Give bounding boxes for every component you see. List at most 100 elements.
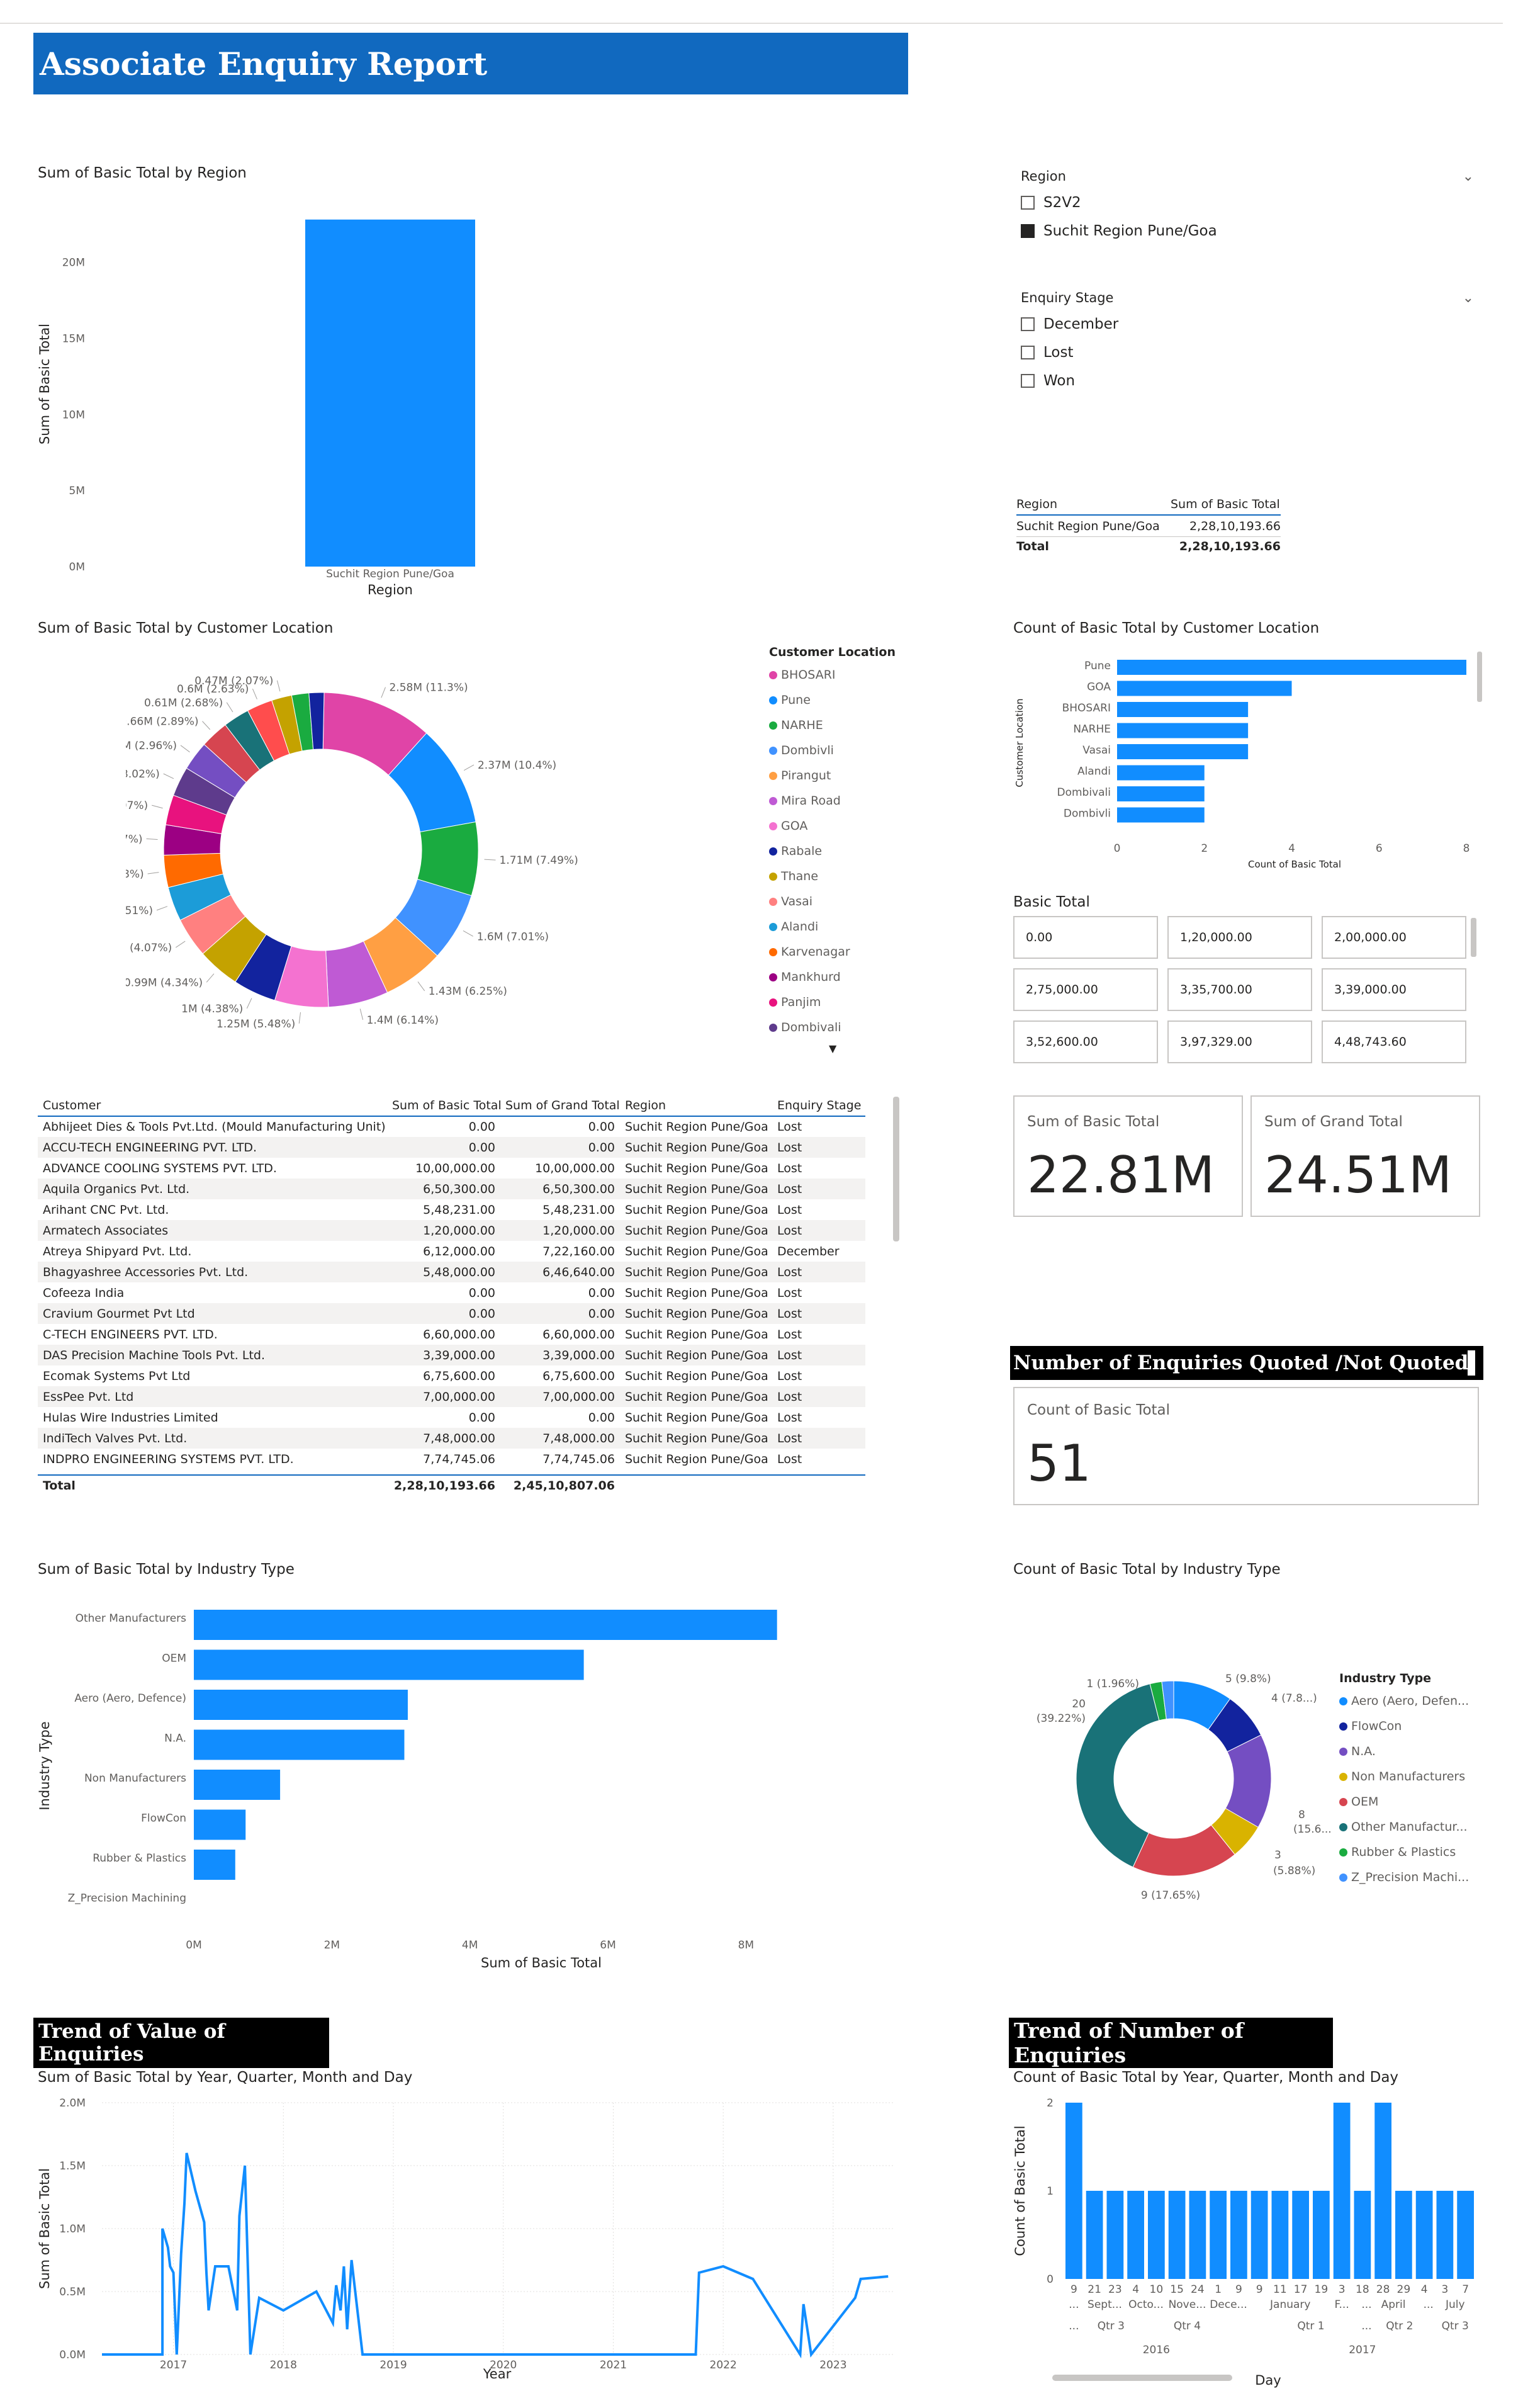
bar[interactable] (1271, 2191, 1289, 2279)
bar[interactable] (305, 219, 475, 567)
legend-item[interactable]: Rabale (769, 839, 914, 864)
bar[interactable] (194, 1649, 584, 1680)
legend-item[interactable]: Alandi (769, 914, 914, 939)
banner-scroll-icon[interactable] (1468, 1350, 1475, 1376)
trend-value-chart[interactable]: 0.0M0.5M1.0M1.5M2.0M2017 2018 2019 2020 2021… (31, 2090, 900, 2386)
bar[interactable] (1250, 2191, 1268, 2279)
stage-option-lost[interactable]: Lost (1021, 338, 1474, 366)
checkbox-icon[interactable] (1021, 317, 1035, 331)
table-row[interactable]: Bhagyashree Accessories Pvt. Ltd. 5,48,00… (38, 1262, 865, 1282)
bar[interactable] (194, 1850, 235, 1880)
legend-item[interactable]: OEM (1339, 1789, 1490, 1814)
legend-item[interactable]: Pune (769, 687, 914, 713)
table-row[interactable]: C-TECH ENGINEERS PVT. LTD. 6,60,000.00 6,6… (38, 1324, 865, 1345)
region-option-s2v2[interactable]: S2V2 (1021, 188, 1474, 217)
stage-option-won[interactable]: Won (1021, 366, 1474, 395)
table-row[interactable]: Cravium Gourmet Pvt Ltd 0.00 0.00 Suchit Re… (38, 1303, 865, 1324)
table-row[interactable]: Abhijeet Dies & Tools Pvt.Ltd. (Mould Ma… (38, 1116, 865, 1137)
col-sum-basic[interactable]: Sum of Basic Total (387, 1095, 500, 1116)
legend-item[interactable]: BHOSARI (769, 662, 914, 687)
checkbox-icon[interactable] (1021, 195, 1035, 210)
bar[interactable] (1230, 2191, 1247, 2279)
bar[interactable] (194, 1809, 246, 1840)
enquiry-stage-slicer[interactable]: Enquiry Stage ⌄ December Lost Won (1021, 288, 1474, 395)
region-slicer[interactable]: Region ⌄ S2V2 Suchit Region Pune/Goa (1021, 167, 1474, 245)
bar[interactable] (1127, 2191, 1144, 2279)
table-row[interactable]: ACCU-TECH ENGINEERING PVT. LTD. 0.00 0.00 S… (38, 1137, 865, 1158)
horizontal-scrollbar[interactable] (1052, 2375, 1232, 2381)
chevron-down-icon[interactable]: ⌄ (1463, 290, 1474, 306)
tile-option[interactable]: 0.00 (1013, 916, 1158, 959)
table-row[interactable]: DAS Precision Machine Tools Pvt. Ltd. 3,3… (38, 1345, 865, 1365)
bar[interactable] (1117, 660, 1466, 675)
table-row[interactable]: Armatech Associates 1,20,000.00 1,20,000.0… (38, 1220, 865, 1241)
table-row[interactable]: Atreya Shipyard Pvt. Ltd. 6,12,000.00 7,22… (38, 1241, 865, 1262)
checkbox-icon[interactable] (1021, 373, 1035, 388)
bar[interactable] (1117, 807, 1205, 823)
loc-donut-chart[interactable]: 2.58M (11.3%) 2.37M (10.4%) 1.71M (7.49%) 1… (126, 655, 755, 1045)
tile-option[interactable]: 3,52,600.00 (1013, 1020, 1158, 1063)
legend-item[interactable]: Panjim (769, 990, 914, 1015)
table-row[interactable]: Aquila Organics Pvt. Ltd. 6,50,300.00 6,50… (38, 1179, 865, 1199)
col-region[interactable]: Region (620, 1095, 772, 1116)
legend-scroll-down-icon[interactable]: ▼ (829, 1043, 914, 1054)
bar[interactable] (1086, 2191, 1103, 2279)
bar[interactable] (194, 1770, 281, 1800)
legend-item[interactable]: N.A. (1339, 1739, 1490, 1764)
bar[interactable] (1333, 2103, 1351, 2279)
checkbox-icon[interactable] (1021, 345, 1035, 359)
legend-item[interactable]: Rubber & Plastics (1339, 1840, 1490, 1865)
matrix-header-region[interactable]: Region (1016, 497, 1171, 511)
legend-item[interactable]: GOA (769, 813, 914, 839)
col-customer[interactable]: Customer (38, 1095, 387, 1116)
tile-option[interactable]: 3,97,329.00 (1167, 1020, 1312, 1063)
bar[interactable] (1117, 723, 1249, 738)
basic-total-tile-slicer[interactable]: 0.00 1,20,000.00 2,00,000.00 2,75,000.00 3,3… (1013, 916, 1473, 1063)
col-stage[interactable]: Enquiry Stage (772, 1095, 865, 1116)
legend-item[interactable]: Thane (769, 864, 914, 889)
bar[interactable] (1168, 2191, 1186, 2279)
table-scrollbar[interactable] (893, 1097, 899, 1241)
bar[interactable] (1457, 2191, 1474, 2279)
table-row[interactable]: ADVANCE COOLING SYSTEMS PVT. LTD. 10,00,0… (38, 1158, 865, 1179)
legend-item[interactable]: Aero (Aero, Defen... (1339, 1688, 1490, 1714)
trend-count-chart[interactable]: 0129 21 23 4 10 15 24 1 9 9 11 17 19 3 18 28 29 4 3 7... Sep… (1007, 2090, 1498, 2392)
bar[interactable] (1189, 2191, 1206, 2279)
bar[interactable] (1117, 786, 1205, 801)
tile-option[interactable]: 2,75,000.00 (1013, 968, 1158, 1011)
stage-option-december[interactable]: December (1021, 310, 1474, 338)
bar[interactable] (1117, 702, 1249, 717)
checkbox-checked-icon[interactable] (1021, 223, 1035, 238)
bar[interactable] (1106, 2191, 1124, 2279)
count-loc-chart[interactable]: Pune GOA BHOSARI NARHE Vasai Alandi Dombivali D… (1010, 648, 1488, 875)
legend-item[interactable]: FlowCon (1339, 1714, 1490, 1739)
matrix-header-sum[interactable]: Sum of Basic Total (1171, 497, 1281, 511)
tile-option[interactable]: 1,20,000.00 (1167, 916, 1312, 959)
legend-item[interactable]: Mankhurd (769, 964, 914, 990)
legend-item[interactable]: Dombivali (769, 1015, 914, 1040)
industry-bar-chart[interactable]: Other Manufacturers OEM Aero (Aero, Defenc… (31, 1586, 900, 1983)
table-row[interactable]: Arihant CNC Pvt. Ltd. 5,48,231.00 5,48,231… (38, 1199, 865, 1220)
bar[interactable] (1210, 2191, 1227, 2279)
region-bar-chart[interactable]: 0M 5M 10M 15M 20M Suchit Region Pune/Goa Regio… (31, 189, 661, 611)
legend-item[interactable]: Z_Precision Machi... (1339, 1865, 1490, 1890)
tile-option[interactable]: 4,48,743.60 (1322, 1020, 1466, 1063)
table-row[interactable]: Ecomak Systems Pvt Ltd 6,75,600.00 6,75,60… (38, 1365, 865, 1386)
bar[interactable] (1313, 2191, 1330, 2279)
customer-table[interactable]: Customer Sum of Basic Total Sum of Grand… (38, 1095, 865, 1496)
bar[interactable] (1395, 2191, 1412, 2279)
table-row[interactable]: EssPee Pvt. Ltd 7,00,000.00 7,00,000.00 Suc… (38, 1386, 865, 1407)
bar[interactable] (1374, 2103, 1391, 2279)
legend-item[interactable]: Dombivli (769, 738, 914, 763)
tile-slicer-scrollbar[interactable] (1471, 918, 1476, 957)
table-row[interactable]: Cofeeza India 0.00 0.00 Suchit Region Pune/… (38, 1282, 865, 1303)
legend-item[interactable]: Non Manufacturers (1339, 1764, 1490, 1789)
chevron-down-icon[interactable]: ⌄ (1463, 169, 1474, 184)
bar[interactable] (1415, 2191, 1433, 2279)
industry-donut-chart[interactable]: 5 (9.8%)4 (7.8...) 8 (15.6...) 3 (5.88%) 9 (1… (1016, 1649, 1331, 1914)
series-line[interactable] (102, 2152, 889, 2359)
bar[interactable] (1354, 2191, 1371, 2279)
legend-item[interactable]: Other Manufactur... (1339, 1814, 1490, 1840)
table-row[interactable]: Hulas Wire Industries Limited 0.00 0.00 Suc… (38, 1407, 865, 1428)
tile-option[interactable]: 3,35,700.00 (1167, 968, 1312, 1011)
